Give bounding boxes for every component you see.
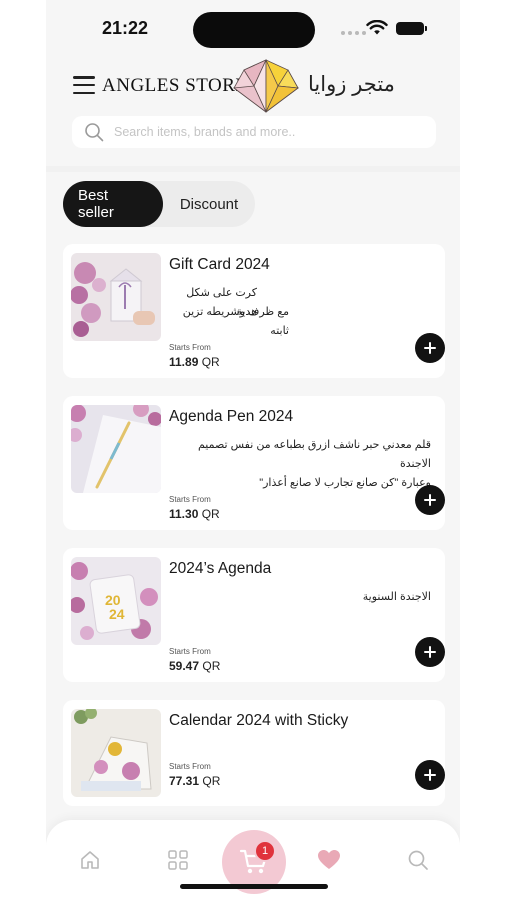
product-card-calendar[interactable]: Calendar 2024 with Sticky Starts From 77… [63,700,445,806]
starts-from-label: Starts From [169,647,211,656]
product-desc-line: الاجندة السنوية [362,591,431,603]
nav-categories[interactable] [166,848,190,872]
svg-text:24: 24 [109,606,125,622]
product-image-agenda-pen [71,405,161,493]
add-to-cart-button[interactable] [415,637,445,667]
product-price: 11.89 QR [169,355,220,369]
brand-name-en: ANGLES STORE [102,75,248,96]
filter-tabs: Best seller Discount [63,181,255,227]
status-bar: 21:22 [46,0,460,58]
product-desc: مع ظرف وشريطه تزين ثابته [169,303,289,341]
product-price: 59.47 QR [169,659,221,673]
brand-name-ar: متجر زوايا [308,73,395,96]
add-to-cart-button[interactable] [415,760,445,790]
dynamic-island [193,12,315,48]
wifi-icon [366,20,388,35]
starts-from-label: Starts From [169,762,211,771]
starts-from-label: Starts From [169,343,211,352]
home-icon [81,851,99,869]
product-desc-line: وعبارة "كن صانع تجارب لا صانع أعذار" [259,477,431,489]
app-screen: 21:22 ANGLES STORE متجر زوايا Search ite… [46,0,460,900]
product-card-gift-card[interactable]: Gift Card 2024 كرت على شكل هدية مع ظرف و… [63,244,445,378]
search-bar[interactable] [72,116,436,148]
plus-icon [424,494,436,506]
cart-count-badge: 1 [254,840,276,862]
product-name: 2024’s Agenda [169,560,272,577]
store-logo [232,59,300,113]
search-icon [408,850,428,870]
heart-icon [318,850,340,869]
product-desc-line: مع ظرف وشريطه تزين ثابته [182,306,289,337]
starts-from-label: Starts From [169,495,211,504]
product-image-calendar [71,709,161,797]
search-input[interactable] [114,125,414,139]
product-image-gift-card [71,253,161,341]
product-name: Agenda Pen 2024 [169,408,294,425]
product-name: Gift Card 2024 [169,256,270,273]
product-image-agenda: 20 24 [71,557,161,645]
product-card-agenda-pen[interactable]: Agenda Pen 2024 قلم معدني حبر ناشف ازرق … [63,396,445,530]
product-desc: قلم معدني حبر ناشف ازرق بطباعه من نفس تص… [169,436,431,493]
home-indicator [180,884,328,889]
nav-home[interactable] [78,848,102,872]
search-icon [85,123,104,142]
add-to-cart-button[interactable] [415,485,445,515]
plus-icon [424,769,436,781]
product-price: 11.30 QR [169,507,220,521]
status-time: 21:22 [102,18,149,38]
product-name: Calendar 2024 with Sticky [169,712,349,729]
product-card-agenda[interactable]: 20 24 2024’s Agenda الاجندة السنوية Star… [63,548,445,682]
nav-favorites[interactable] [317,848,341,872]
tab-best-seller[interactable]: Best seller [63,181,163,227]
product-desc: الاجندة السنوية [169,588,431,607]
header-divider [46,166,460,172]
battery-icon [396,22,427,35]
signal-icon [341,31,366,35]
nav-search[interactable] [406,848,430,872]
menu-icon[interactable] [73,76,95,94]
add-to-cart-button[interactable] [415,333,445,363]
plus-icon [424,646,436,658]
product-price: 77.31 QR [169,774,221,788]
tab-discount[interactable]: Discount [163,181,255,227]
header: ANGLES STORE متجر زوايا [46,58,460,166]
grid-icon [168,850,188,870]
plus-icon [424,342,436,354]
product-desc-line: قلم معدني حبر ناشف ازرق بطباعه من نفس تص… [197,439,431,470]
